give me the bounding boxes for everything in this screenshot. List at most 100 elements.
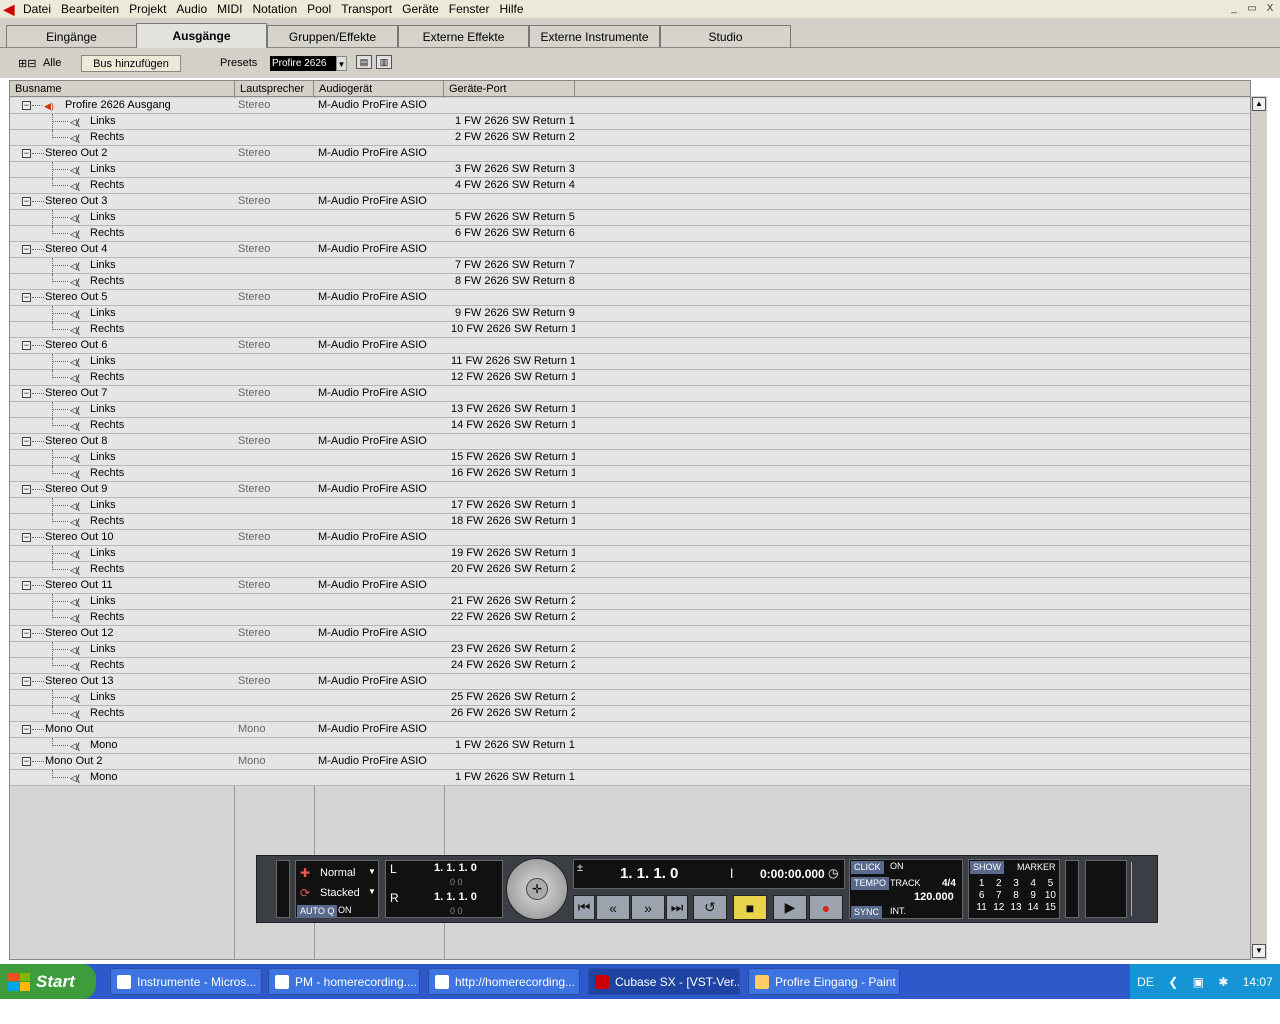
bus-name[interactable]: Stereo Out 2 [45,146,107,161]
channel-row[interactable]: ◁(Rechts 8 FW 2626 SW Return 8 [10,274,1250,290]
tempo-label[interactable]: TEMPO [851,877,890,890]
collapse-icon[interactable]: − [22,629,31,638]
preset-select[interactable]: Profire 2626 ▼ [270,56,347,71]
store-preset-icon[interactable]: ▤ [356,55,372,69]
channel-row[interactable]: ◁(Links 23 FW 2626 SW Return 2 [10,642,1250,658]
tab-eingaenge[interactable]: Eingänge [6,25,137,47]
channel-row[interactable]: ◁(Rechts 18 FW 2626 SW Return 1 [10,514,1250,530]
go-to-end-button[interactable]: ⏭ [666,895,688,920]
bus-row[interactable]: − Stereo Out 12 Stereo M-Audio ProFire ASIO [10,626,1250,642]
marker-button[interactable]: 10 [1042,890,1059,901]
channel-row[interactable]: ◁(Rechts 20 FW 2626 SW Return 2 [10,562,1250,578]
tray-app-icon[interactable]: ✱ [1218,975,1228,989]
menu-item-fenster[interactable]: Fenster [444,0,495,18]
bus-row[interactable]: − ◀) Profire 2626 Ausgang Stereo M-Audio Pro… [10,98,1250,114]
language-indicator[interactable]: DE [1137,975,1154,989]
device-port[interactable]: 16 FW 2626 SW Return 1 [451,466,575,482]
show-label[interactable]: SHOW [970,861,1004,874]
bus-name[interactable]: Stereo Out 7 [45,386,107,401]
go-to-start-button[interactable]: ⏮ [573,895,595,920]
channel-row[interactable]: ◁(Links 17 FW 2626 SW Return 1 [10,498,1250,514]
rewind-button[interactable]: « [596,895,630,920]
record-button[interactable]: ● [809,895,843,920]
marker-button[interactable]: 8 [1007,890,1024,901]
audio-device[interactable]: M-Audio ProFire ASIO [318,338,444,354]
device-port[interactable]: 4 FW 2626 SW Return 4 [451,178,575,194]
tray-expand-icon[interactable]: ❮ [1168,975,1178,989]
bus-row[interactable]: − Stereo Out 11 Stereo M-Audio ProFire ASIO [10,578,1250,594]
device-port[interactable]: 3 FW 2626 SW Return 3 [451,162,575,178]
add-bus-button[interactable]: Bus hinzufügen [81,55,181,72]
bus-name[interactable]: Stereo Out 8 [45,434,107,449]
task-homerecording-url[interactable]: http://homerecording... [428,968,580,995]
marker-button[interactable]: 13 [1007,902,1024,913]
device-port[interactable]: 24 FW 2626 SW Return 2 [451,658,575,674]
menu-item-hilfe[interactable]: Hilfe [494,0,528,18]
master-fader[interactable] [1131,862,1139,916]
tab-studio[interactable]: Studio [660,25,791,47]
channel-row[interactable]: ◁(Rechts 14 FW 2626 SW Return 1 [10,418,1250,434]
click-label[interactable]: CLICK [851,861,884,874]
channel-row[interactable]: ◁(Links 11 FW 2626 SW Return 1 [10,354,1250,370]
start-button[interactable]: Start [0,964,96,999]
channel-row[interactable]: ◁(Links 1 FW 2626 SW Return 1 [10,114,1250,130]
speaker-config[interactable]: Mono [238,754,314,770]
menu-item-notation[interactable]: Notation [247,0,302,18]
left-locator-label[interactable]: L [390,862,397,876]
device-port[interactable]: 9 FW 2626 SW Return 9 [451,306,575,322]
remove-preset-icon[interactable]: ▥ [376,55,392,69]
marker-button[interactable]: 4 [1025,878,1042,889]
bus-row[interactable]: − Stereo Out 6 Stereo M-Audio ProFire ASIO [10,338,1250,354]
device-port[interactable]: 20 FW 2626 SW Return 2 [451,562,575,578]
channel-row[interactable]: ◁(Rechts 22 FW 2626 SW Return 2 [10,610,1250,626]
channel-row[interactable]: ◁(Links 19 FW 2626 SW Return 1 [10,546,1250,562]
marker-button[interactable]: 14 [1025,902,1042,913]
marker-button[interactable]: 7 [990,890,1007,901]
mode-stacked[interactable]: Stacked [320,887,360,899]
stop-button[interactable]: ■ [733,895,767,920]
channel-row[interactable]: ◁(Rechts 4 FW 2626 SW Return 4 [10,178,1250,194]
mode-normal[interactable]: Normal [320,867,355,879]
marker-button[interactable]: 6 [973,890,990,901]
speaker-config[interactable]: Stereo [238,434,314,450]
task-cubase[interactable]: Cubase SX - [VST-Ver... [588,968,740,995]
audio-device[interactable]: M-Audio ProFire ASIO [318,98,444,114]
device-port[interactable]: 18 FW 2626 SW Return 1 [451,514,575,530]
task-instrumente[interactable]: Instrumente - Micros... [110,968,262,995]
channel-row[interactable]: ◁(Rechts 24 FW 2626 SW Return 2 [10,658,1250,674]
marker-button[interactable]: 11 [973,902,990,913]
audio-device[interactable]: M-Audio ProFire ASIO [318,290,444,306]
audio-device[interactable]: M-Audio ProFire ASIO [318,146,444,162]
marker-button[interactable]: 12 [990,902,1007,913]
audio-device[interactable]: M-Audio ProFire ASIO [318,530,444,546]
collapse-icon[interactable]: − [22,101,31,110]
channel-row[interactable]: ◁(Links 13 FW 2626 SW Return 1 [10,402,1250,418]
device-port[interactable]: 2 FW 2626 SW Return 2 [451,130,575,146]
device-port[interactable]: 25 FW 2626 SW Return 2 [451,690,575,706]
device-port[interactable]: 19 FW 2626 SW Return 1 [451,546,575,562]
bus-row[interactable]: − Mono Out Mono M-Audio ProFire ASIO [10,722,1250,738]
menu-item-pool[interactable]: Pool [302,0,336,18]
device-port[interactable]: 23 FW 2626 SW Return 2 [451,642,575,658]
device-port[interactable]: 13 FW 2626 SW Return 1 [451,402,575,418]
bus-row[interactable]: − Stereo Out 9 Stereo M-Audio ProFire ASIO [10,482,1250,498]
collapse-icon[interactable]: − [22,757,31,766]
bus-name[interactable]: Stereo Out 11 [45,578,113,593]
collapse-icon[interactable]: − [22,437,31,446]
tab-ausgaenge[interactable]: Ausgänge [136,23,267,48]
collapse-icon[interactable]: − [22,533,31,542]
marker-button[interactable]: 2 [990,878,1007,889]
collapse-icon[interactable]: − [22,341,31,350]
speaker-config[interactable]: Stereo [238,146,314,162]
channel-row[interactable]: ◁(Links 21 FW 2626 SW Return 2 [10,594,1250,610]
collapse-icon[interactable]: − [22,677,31,686]
collapse-icon[interactable]: − [22,149,31,158]
device-port[interactable]: 1 FW 2626 SW Return 1 [451,114,575,130]
collapse-icon[interactable]: − [22,389,31,398]
time-signature[interactable]: 4/4 [942,878,956,889]
col-lautsprecher[interactable]: Lautsprecher [235,81,314,97]
forward-button[interactable]: » [631,895,665,920]
menu-item-audio[interactable]: Audio [171,0,212,18]
position-bars[interactable]: 1. 1. 1. 0 [620,865,678,882]
audio-device[interactable]: M-Audio ProFire ASIO [318,722,444,738]
